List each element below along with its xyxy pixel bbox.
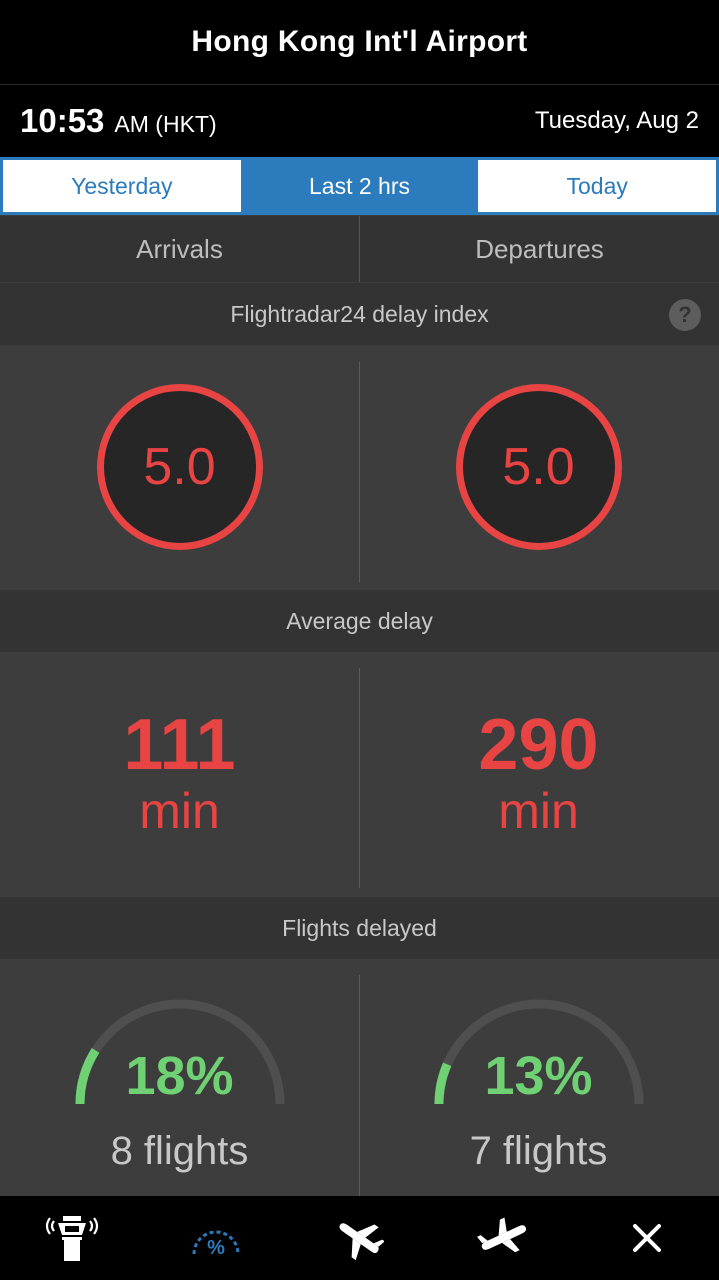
- arrivals-delayed-percent: 18%: [125, 1046, 234, 1106]
- current-date: Tuesday, Aug 2: [534, 107, 699, 134]
- departures-delay-value: 290: [478, 705, 599, 785]
- arrivals-flights-delayed: 18% 8 flights: [0, 959, 359, 1196]
- arrivals-delay-gauge: 18%: [75, 999, 285, 1109]
- tab-arrivals[interactable]: Arrivals: [0, 216, 359, 282]
- direction-tabs: Arrivals Departures: [0, 216, 719, 282]
- arrivals-delay-value: 111: [123, 705, 236, 785]
- bottom-nav: %: [0, 1196, 719, 1280]
- arrival-plane-icon[interactable]: [319, 1208, 399, 1268]
- departures-delay-gauge: 13%: [434, 999, 644, 1109]
- arrivals-delayed-count: 8 flights: [110, 1129, 249, 1173]
- svg-text:%: %: [207, 1237, 225, 1259]
- range-yesterday[interactable]: Yesterday: [3, 160, 241, 212]
- departure-plane-icon[interactable]: [463, 1208, 543, 1268]
- column-divider: [359, 362, 360, 582]
- time-range-selector: Yesterday Last 2 hrs Today: [0, 157, 719, 215]
- local-time: 10:53 AM (HKT): [20, 102, 217, 140]
- departures-flights-delayed: 13% 7 flights: [359, 959, 718, 1196]
- arrivals-delay-unit: min: [139, 783, 220, 839]
- range-last-2-hrs[interactable]: Last 2 hrs: [240, 160, 479, 212]
- tab-departures[interactable]: Departures: [359, 216, 719, 282]
- departures-delayed-percent: 13%: [484, 1046, 593, 1106]
- departures-average-delay: 290 min: [359, 652, 718, 896]
- average-delay-header: Average delay: [0, 590, 719, 652]
- clock-time: 10:53: [20, 102, 105, 139]
- clock-timezone: AM (HKT): [114, 111, 217, 137]
- arrivals-delay-index: 5.0: [0, 345, 359, 589]
- close-icon[interactable]: [607, 1208, 687, 1268]
- control-tower-icon[interactable]: [32, 1208, 112, 1268]
- column-divider: [359, 668, 360, 888]
- arrivals-delay-index-ring: 5.0: [96, 384, 263, 550]
- departures-delay-index-ring: 5.0: [455, 384, 622, 550]
- airport-title: Hong Kong Int'l Airport: [0, 0, 719, 85]
- arrivals-average-delay: 111 min: [0, 652, 359, 896]
- help-icon[interactable]: ?: [669, 299, 701, 331]
- delay-index-title: Flightradar24 delay index: [230, 300, 489, 327]
- column-divider: [359, 975, 360, 1196]
- delay-index-header: Flightradar24 delay index ?: [0, 283, 719, 345]
- percent-gauge-icon[interactable]: %: [176, 1208, 256, 1268]
- flights-delayed-header: Flights delayed: [0, 897, 719, 959]
- departures-delay-index: 5.0: [359, 345, 718, 589]
- time-bar: 10:53 AM (HKT) Tuesday, Aug 2: [0, 85, 719, 157]
- departures-delay-unit: min: [498, 783, 579, 839]
- range-today[interactable]: Today: [478, 160, 717, 212]
- departures-delayed-count: 7 flights: [469, 1129, 608, 1173]
